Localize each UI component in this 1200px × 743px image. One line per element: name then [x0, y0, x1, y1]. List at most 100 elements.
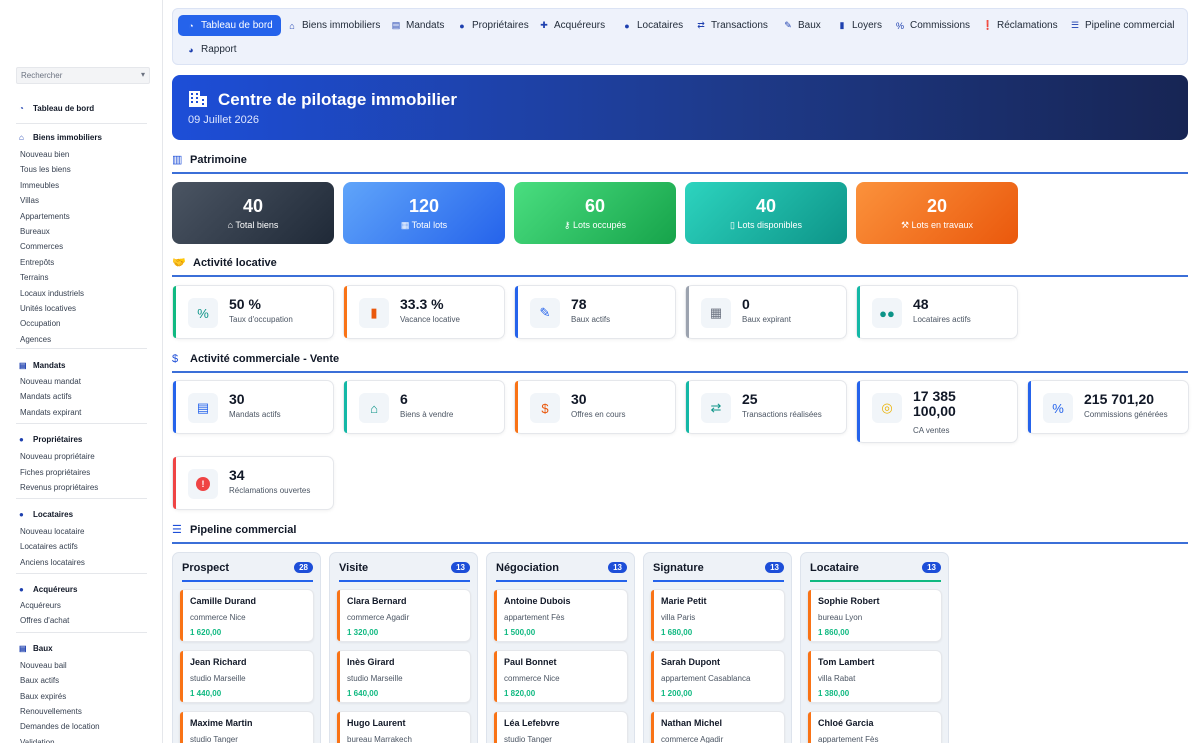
kpi-value: 30 [571, 391, 587, 407]
sidebar-item[interactable]: Baux actifs [20, 676, 59, 685]
sidebar-divider [16, 423, 147, 424]
pipeline-card[interactable]: Marie Petit villa Paris 1 680,00 [650, 589, 785, 642]
nav-tab-10[interactable]: ❗ Réclamations [974, 15, 1066, 36]
sidebar-item[interactable]: Acquéreurs [20, 601, 61, 610]
card-description: studio Marseille [347, 674, 403, 683]
stat-label: Lots occupés [573, 220, 627, 230]
kpi-card: ◎ 17 385 100,00 CA ventes [856, 380, 1018, 443]
sidebar-group-0[interactable]: ⌂ Biens immobiliers [19, 133, 102, 142]
pipeline-card[interactable]: Maxime Martin studio Tanger [179, 711, 314, 743]
users-icon: ●● [872, 298, 902, 328]
sidebar-item[interactable]: Villas [20, 196, 39, 205]
card-name: Jean Richard [190, 657, 247, 667]
sidebar-item-dashboard[interactable]: ◔ Tableau de bord [19, 104, 94, 113]
nav-tab-8[interactable]: ▮ Loyers [829, 15, 890, 36]
pipeline-card[interactable]: Sophie Robert bureau Lyon 1 860,00 [807, 589, 942, 642]
pipeline-card[interactable]: Clara Bernard commerce Agadir 1 320,00 [336, 589, 471, 642]
sidebar-item[interactable]: Mandats expirant [20, 408, 81, 417]
kpi-accent [686, 286, 689, 338]
nav-tab-5[interactable]: ● Locataires [614, 15, 691, 36]
pipeline-card[interactable]: Camille Durand commerce Nice 1 620,00 [179, 589, 314, 642]
nav-tab-4[interactable]: ✚ Acquéreurs [531, 15, 613, 36]
sidebar-group-label: Baux [33, 644, 53, 653]
pipeline-card[interactable]: Jean Richard studio Marseille 1 440,00 [179, 650, 314, 703]
sidebar-item[interactable]: Agences [20, 335, 51, 344]
sidebar-group-4[interactable]: ● Acquéreurs [19, 585, 77, 594]
sidebar-item[interactable]: Entrepôts [20, 258, 54, 267]
sidebar-group-1[interactable]: ▤ Mandats [19, 361, 65, 370]
nav-tab-7[interactable]: ✎ Baux [775, 15, 829, 36]
section-pipeline: ☰ Pipeline commercial [172, 524, 1188, 544]
nav-tab-3[interactable]: ● Propriétaires [449, 15, 537, 36]
user-icon: ● [624, 20, 630, 31]
nav-tab-label: Acquéreurs [554, 20, 606, 31]
file-icon: ▤ [19, 360, 27, 370]
chevron-down-icon[interactable]: ▾ [141, 70, 145, 80]
dashboard-icon: ◔ [188, 20, 194, 31]
stat-label-row: ⚷ Lots occupés [514, 220, 676, 231]
card-accent [808, 590, 811, 641]
stat-label: Total lots [411, 220, 448, 230]
sidebar-group-2[interactable]: ● Propriétaires [19, 435, 82, 444]
sidebar-item[interactable]: Nouveau bien [20, 150, 69, 159]
sidebar-item[interactable]: Anciens locataires [20, 558, 85, 567]
search-select[interactable]: Rechercher ▾ [16, 67, 150, 84]
nav-tab-12[interactable]: ◕ Rapport [178, 39, 245, 60]
sidebar-item[interactable]: Nouveau locataire [20, 527, 84, 536]
sidebar-item[interactable]: Baux expirés [20, 692, 66, 701]
sidebar-item[interactable]: Mandats actifs [20, 392, 72, 401]
nav-tab-1[interactable]: ⌂ Biens immobiliers [279, 15, 388, 36]
card-name: Marie Petit [661, 596, 707, 606]
grid-icon: ▦ [400, 220, 412, 230]
pipeline-card[interactable]: Tom Lambert villa Rabat 1 380,00 [807, 650, 942, 703]
sidebar-item[interactable]: Renouvellements [20, 707, 82, 716]
sidebar-item[interactable]: Nouveau bail [20, 661, 67, 670]
sidebar-group-3[interactable]: ● Locataires [19, 510, 73, 519]
kpi-accent [344, 286, 347, 338]
pipeline-card[interactable]: Paul Bonnet commerce Nice 1 820,00 [493, 650, 628, 703]
kpi-label: Vacance locative [400, 315, 460, 324]
pipeline-card[interactable]: Antoine Dubois appartement Fès 1 500,00 [493, 589, 628, 642]
pipeline-card[interactable]: Sarah Dupont appartement Casablanca 1 200,… [650, 650, 785, 703]
count-badge: 28 [294, 562, 313, 573]
stat-value: 120 [408, 196, 440, 216]
sidebar-item[interactable]: Occupation [20, 319, 60, 328]
sidebar-item[interactable]: Appartements [20, 212, 70, 221]
nav-tab-2[interactable]: ▤ Mandats [383, 15, 452, 36]
pipeline-column-header: Visite 13 [339, 562, 470, 582]
sidebar-item[interactable]: Bureaux [20, 227, 50, 236]
sidebar-item[interactable]: Fiches propriétaires [20, 468, 90, 477]
nav-tab-0[interactable]: ◔ Tableau de bord [178, 15, 281, 36]
pipeline-card[interactable]: Hugo Laurent bureau Marrakech [336, 711, 471, 743]
sidebar-item[interactable]: Offres d'achat [20, 616, 69, 625]
sidebar-item[interactable]: Revenus propriétaires [20, 483, 98, 492]
pipeline-card[interactable]: Nathan Michel commerce Agadir [650, 711, 785, 743]
sidebar-item[interactable]: Terrains [20, 273, 48, 282]
sidebar-item[interactable]: Locataires actifs [20, 542, 78, 551]
sidebar-item[interactable]: Nouveau propriétaire [20, 452, 95, 461]
nav-tab-label: Pipeline commercial [1085, 20, 1175, 31]
sidebar-item[interactable]: Nouveau mandat [20, 377, 81, 386]
nav-tab-11[interactable]: ☰ Pipeline commercial [1062, 15, 1182, 36]
kpi-accent [857, 286, 860, 338]
card-name: Antoine Dubois [504, 596, 571, 606]
sidebar-item[interactable]: Validation [20, 738, 55, 743]
nav-tab-9[interactable]: % Commissions [887, 15, 978, 36]
sidebar-item[interactable]: Immeubles [20, 181, 59, 190]
page-title: Centre de pilotage immobilier [218, 90, 457, 109]
nav-tab-6[interactable]: ⇄ Transactions [688, 15, 776, 36]
kpi-accent [344, 381, 347, 433]
user-plus-icon: ● [19, 584, 24, 594]
pipeline-card[interactable]: Inès Girard studio Marseille 1 640,00 [336, 650, 471, 703]
sidebar-item[interactable]: Unités locatives [20, 304, 76, 313]
sidebar-item[interactable]: Tous les biens [20, 165, 71, 174]
pipeline-card[interactable]: Chloé Garcia appartement Fès [807, 711, 942, 743]
sidebar-item[interactable]: Locaux industriels [20, 289, 84, 298]
sidebar-item[interactable]: Demandes de location [20, 722, 100, 731]
pipeline-card[interactable]: Léa Lefebvre studio Tanger [493, 711, 628, 743]
kpi-accent [515, 381, 518, 433]
sidebar-group-5[interactable]: ▤ Baux [19, 644, 53, 653]
count-badge: 13 [922, 562, 941, 573]
sidebar-item[interactable]: Commerces [20, 242, 63, 251]
hand-money-icon: $ [530, 393, 560, 423]
